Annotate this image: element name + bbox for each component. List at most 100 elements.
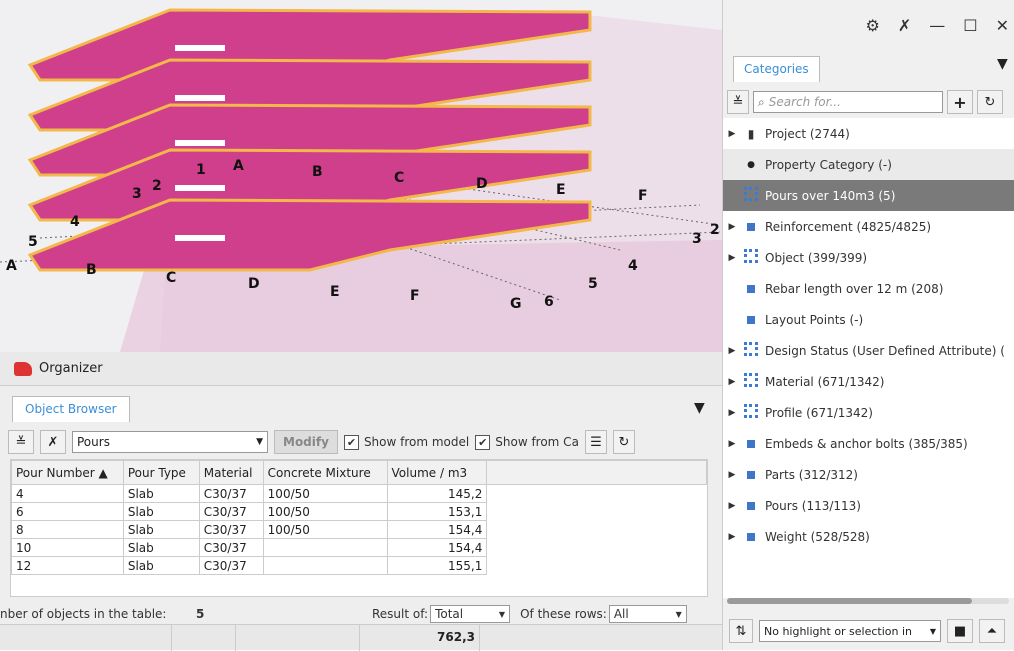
table-cell xyxy=(262,538,388,557)
refresh-icon[interactable]: ↻ xyxy=(977,90,1003,114)
pin-icon[interactable]: ✗ xyxy=(40,430,66,454)
category-icon xyxy=(743,313,759,327)
slab-opening xyxy=(175,140,225,146)
collapse-icon[interactable]: ≚ xyxy=(727,90,749,114)
maximize-icon[interactable]: ☐ xyxy=(963,16,977,35)
query-select[interactable]: Pours ▼ xyxy=(72,431,268,453)
table-cell: 4 xyxy=(11,484,124,503)
tab-object-browser[interactable]: Object Browser xyxy=(12,396,130,422)
gear-icon[interactable]: ⚙ xyxy=(866,16,880,35)
column-header[interactable]: Pour Number ▲ xyxy=(11,460,124,485)
highlight-select[interactable]: No highlight or selection in ▼ xyxy=(759,620,941,642)
add-icon[interactable]: + xyxy=(947,90,973,114)
table-row[interactable]: 8 Slab C30/37 100/50 154,4 xyxy=(11,520,707,539)
category-item[interactable]: ▶ Material (671/1342) xyxy=(723,366,1014,397)
total-volume: 762,3 xyxy=(360,625,480,651)
horizontal-scrollbar[interactable] xyxy=(727,598,1009,604)
show-from-model-label: Show from model xyxy=(363,435,470,449)
show-from-ca-checkbox[interactable]: ✔ Show from Ca xyxy=(475,434,579,450)
table-cell: Slab xyxy=(122,520,200,539)
organizer-toolbar: ≚ ✗ Pours ▼ Modify ✔ Show from model ✔ Show… xyxy=(8,428,720,456)
tab-menu-icon[interactable]: ▼ xyxy=(997,56,1008,72)
expand-icon[interactable]: ▶ xyxy=(727,501,737,511)
table-cell: 155,1 xyxy=(386,556,488,575)
check-icon: ✔ xyxy=(343,434,359,450)
expand-icon[interactable]: ▶ xyxy=(727,439,737,449)
result-select[interactable]: Total ▼ xyxy=(430,605,511,623)
category-item[interactable]: ▶ ▮ Project (2744) xyxy=(723,118,1014,149)
category-item[interactable]: ▶ Weight (528/528) xyxy=(723,521,1014,552)
category-item[interactable]: ▶ Pours (113/113) xyxy=(723,490,1014,521)
collapse-icon[interactable]: ≚ xyxy=(8,430,34,454)
expand-icon[interactable]: ▶ xyxy=(727,532,737,542)
table-cell: 154,4 xyxy=(386,520,488,539)
category-item[interactable]: ▶ Parts (312/312) xyxy=(723,459,1014,490)
project-icon: ▮ xyxy=(747,126,755,141)
refresh-icon[interactable]: ↻ xyxy=(612,430,635,454)
chevron-down-icon: ▼ xyxy=(256,437,263,447)
column-header[interactable]: Pour Type xyxy=(122,460,200,485)
query-value: Pours xyxy=(77,435,110,449)
object-group-icon xyxy=(743,404,759,421)
category-item[interactable]: Rebar length over 12 m (208) xyxy=(723,273,1014,304)
category-item[interactable]: Pours over 140m3 (5) xyxy=(723,180,1014,211)
category-item[interactable]: Layout Points (-) xyxy=(723,304,1014,335)
pin-icon[interactable]: ✗ xyxy=(898,16,911,35)
expand-icon[interactable]: ▶ xyxy=(727,377,737,387)
category-item[interactable]: ▶ Object (399/399) xyxy=(723,242,1014,273)
search-input[interactable]: ⌕ Search for... xyxy=(753,91,943,113)
column-header[interactable]: Volume / m3 xyxy=(386,460,488,485)
expand-icon[interactable]: ▶ xyxy=(727,408,737,418)
category-icon xyxy=(743,468,759,482)
search-placeholder: Search for... xyxy=(768,95,841,109)
expand-icon[interactable]: ▶ xyxy=(727,470,737,480)
table-cell: 6 xyxy=(11,502,124,521)
scrollbar-thumb[interactable] xyxy=(727,598,972,604)
model-viewport[interactable]: 1 A 2 3 B C D E F 4 5 3 2 A B C D E F G … xyxy=(0,0,722,352)
sort-icon[interactable]: ⇅ xyxy=(729,619,753,643)
table-cell: 100/50 xyxy=(262,520,388,539)
grid-label: 4 xyxy=(70,214,80,230)
expand-icon[interactable]: ▶ xyxy=(727,253,737,263)
expand-icon[interactable]: ▶ xyxy=(727,129,737,139)
category-tree: ▶ ▮ Project (2744) ● Property Category (-) Po… xyxy=(723,118,1014,598)
slab-opening xyxy=(175,185,225,191)
expand-icon[interactable]: ▶ xyxy=(727,346,737,356)
grid-label: 2 xyxy=(710,222,720,238)
table-cell: C30/37 xyxy=(198,520,264,539)
table-row[interactable]: 10 Slab C30/37 154,4 xyxy=(11,538,707,557)
table-cell xyxy=(487,485,707,503)
table-cell: 10 xyxy=(11,538,124,557)
category-label: Profile (671/1342) xyxy=(765,405,873,420)
category-label: Weight (528/528) xyxy=(765,529,870,544)
table-row[interactable]: 12 Slab C30/37 155,1 xyxy=(11,556,707,575)
show-from-model-checkbox[interactable]: ✔ Show from model xyxy=(343,434,470,450)
category-item[interactable]: ▶ Profile (671/1342) xyxy=(723,397,1014,428)
tab-menu-icon[interactable]: ▼ xyxy=(694,400,705,416)
category-item[interactable]: ▶ Embeds & anchor bolts (385/385) xyxy=(723,428,1014,459)
category-item[interactable]: ▶ Reinforcement (4825/4825) xyxy=(723,211,1014,242)
column-header[interactable]: Material xyxy=(198,460,264,485)
table-row[interactable]: 6 Slab C30/37 100/50 153,1 xyxy=(11,502,707,521)
modify-button[interactable]: Modify xyxy=(274,430,338,454)
close-icon[interactable]: ✕ xyxy=(996,16,1009,35)
chevron-down-icon: ▼ xyxy=(929,626,936,636)
grid-label: 5 xyxy=(588,276,598,292)
expand-icon[interactable]: ▶ xyxy=(727,222,737,232)
category-item[interactable]: ▶ Design Status (User Defined Attribute) … xyxy=(723,335,1014,366)
columns-icon[interactable]: ☰ xyxy=(584,430,607,454)
category-label: Reinforcement (4825/4825) xyxy=(765,219,932,234)
search-icon: ⌕ xyxy=(758,94,765,109)
collapse-up-icon[interactable]: ⏶ xyxy=(979,619,1005,643)
grid-label: E xyxy=(556,182,566,198)
bullet-icon: ● xyxy=(747,159,755,170)
category-icon xyxy=(743,220,759,234)
category-icon xyxy=(743,530,759,544)
tab-categories[interactable]: Categories xyxy=(733,56,820,82)
color-icon[interactable]: ■ xyxy=(947,619,973,643)
rows-select[interactable]: All ▼ xyxy=(608,605,687,623)
column-header[interactable]: Concrete Mixture xyxy=(262,460,388,485)
category-item[interactable]: ● Property Category (-) xyxy=(723,149,1014,180)
table-row[interactable]: 4 Slab C30/37 100/50 145,2 xyxy=(11,484,707,503)
minimize-icon[interactable]: — xyxy=(929,16,945,35)
